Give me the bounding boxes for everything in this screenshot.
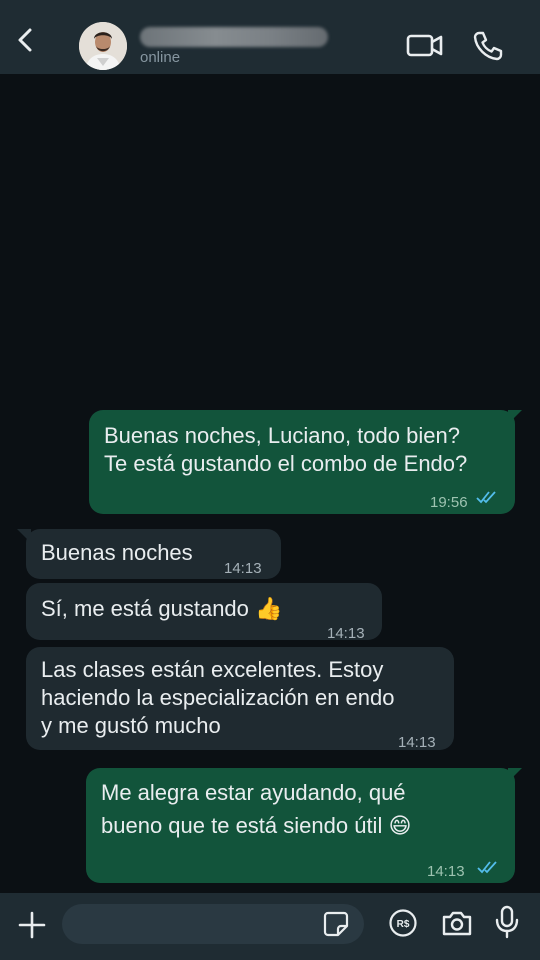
- video-call-button[interactable]: [404, 28, 446, 62]
- phone-icon: [473, 31, 503, 61]
- plus-icon: [18, 911, 46, 939]
- avatar-image: [79, 22, 127, 70]
- payment-button[interactable]: R$: [388, 908, 418, 938]
- message-bubble-incoming[interactable]: Sí, me está gustando 👍 14:13: [26, 583, 382, 642]
- message-time: 14:13: [327, 625, 365, 642]
- chevron-left-icon: [18, 28, 32, 52]
- contact-status: online: [140, 49, 181, 66]
- camera-icon: [442, 911, 472, 936]
- back-button[interactable]: [8, 22, 44, 58]
- bubble-tail: [508, 768, 522, 782]
- message-line: Te está gustando el combo de Endo?: [104, 451, 468, 476]
- bubble-tail: [508, 410, 522, 424]
- message-line: haciendo la especialización en endo: [41, 685, 395, 710]
- read-receipt-icon: [477, 861, 497, 874]
- message-line: bueno que te está siendo útil 😄: [101, 813, 412, 838]
- payment-icon: R$: [389, 909, 417, 937]
- message-line: Me alegra estar ayudando, qué: [101, 780, 406, 805]
- message-line: Buenas noches, Luciano, todo bien?: [104, 423, 460, 448]
- message-bubble-incoming[interactable]: Las clases están excelentes. Estoy hacie…: [26, 647, 454, 751]
- contact-name[interactable]: [140, 27, 328, 47]
- microphone-button[interactable]: [494, 904, 520, 940]
- message-time: 14:13: [398, 734, 436, 751]
- video-camera-icon: [406, 34, 443, 57]
- voice-call-button[interactable]: [470, 28, 506, 64]
- camera-button[interactable]: [440, 907, 474, 939]
- message-line: Las clases están excelentes. Estoy: [41, 657, 384, 682]
- message-time: 14:13: [224, 560, 262, 577]
- sticker-button[interactable]: [322, 910, 350, 938]
- message-line: y me gustó mucho: [41, 713, 221, 738]
- message-composer: R$: [0, 893, 540, 960]
- sticker-icon: [323, 911, 349, 937]
- message-bubble-incoming[interactable]: Buenas noches 14:13: [26, 529, 281, 579]
- message-input[interactable]: [62, 904, 364, 944]
- microphone-icon: [495, 905, 519, 939]
- read-receipt-icon: [476, 491, 496, 504]
- message-line: Buenas noches: [41, 540, 193, 565]
- message-bubble-outgoing[interactable]: Buenas noches, Luciano, todo bien? Te es…: [89, 410, 515, 514]
- message-bubble-outgoing[interactable]: Me alegra estar ayudando, qué bueno que …: [86, 768, 515, 883]
- avatar[interactable]: [79, 22, 127, 70]
- svg-text:R$: R$: [397, 919, 410, 930]
- attach-button[interactable]: [14, 907, 50, 943]
- message-time: 14:13: [427, 863, 465, 880]
- message-line: Sí, me está gustando 👍: [41, 596, 283, 621]
- message-time: 19:56: [430, 494, 468, 511]
- chat-header: online: [0, 0, 540, 74]
